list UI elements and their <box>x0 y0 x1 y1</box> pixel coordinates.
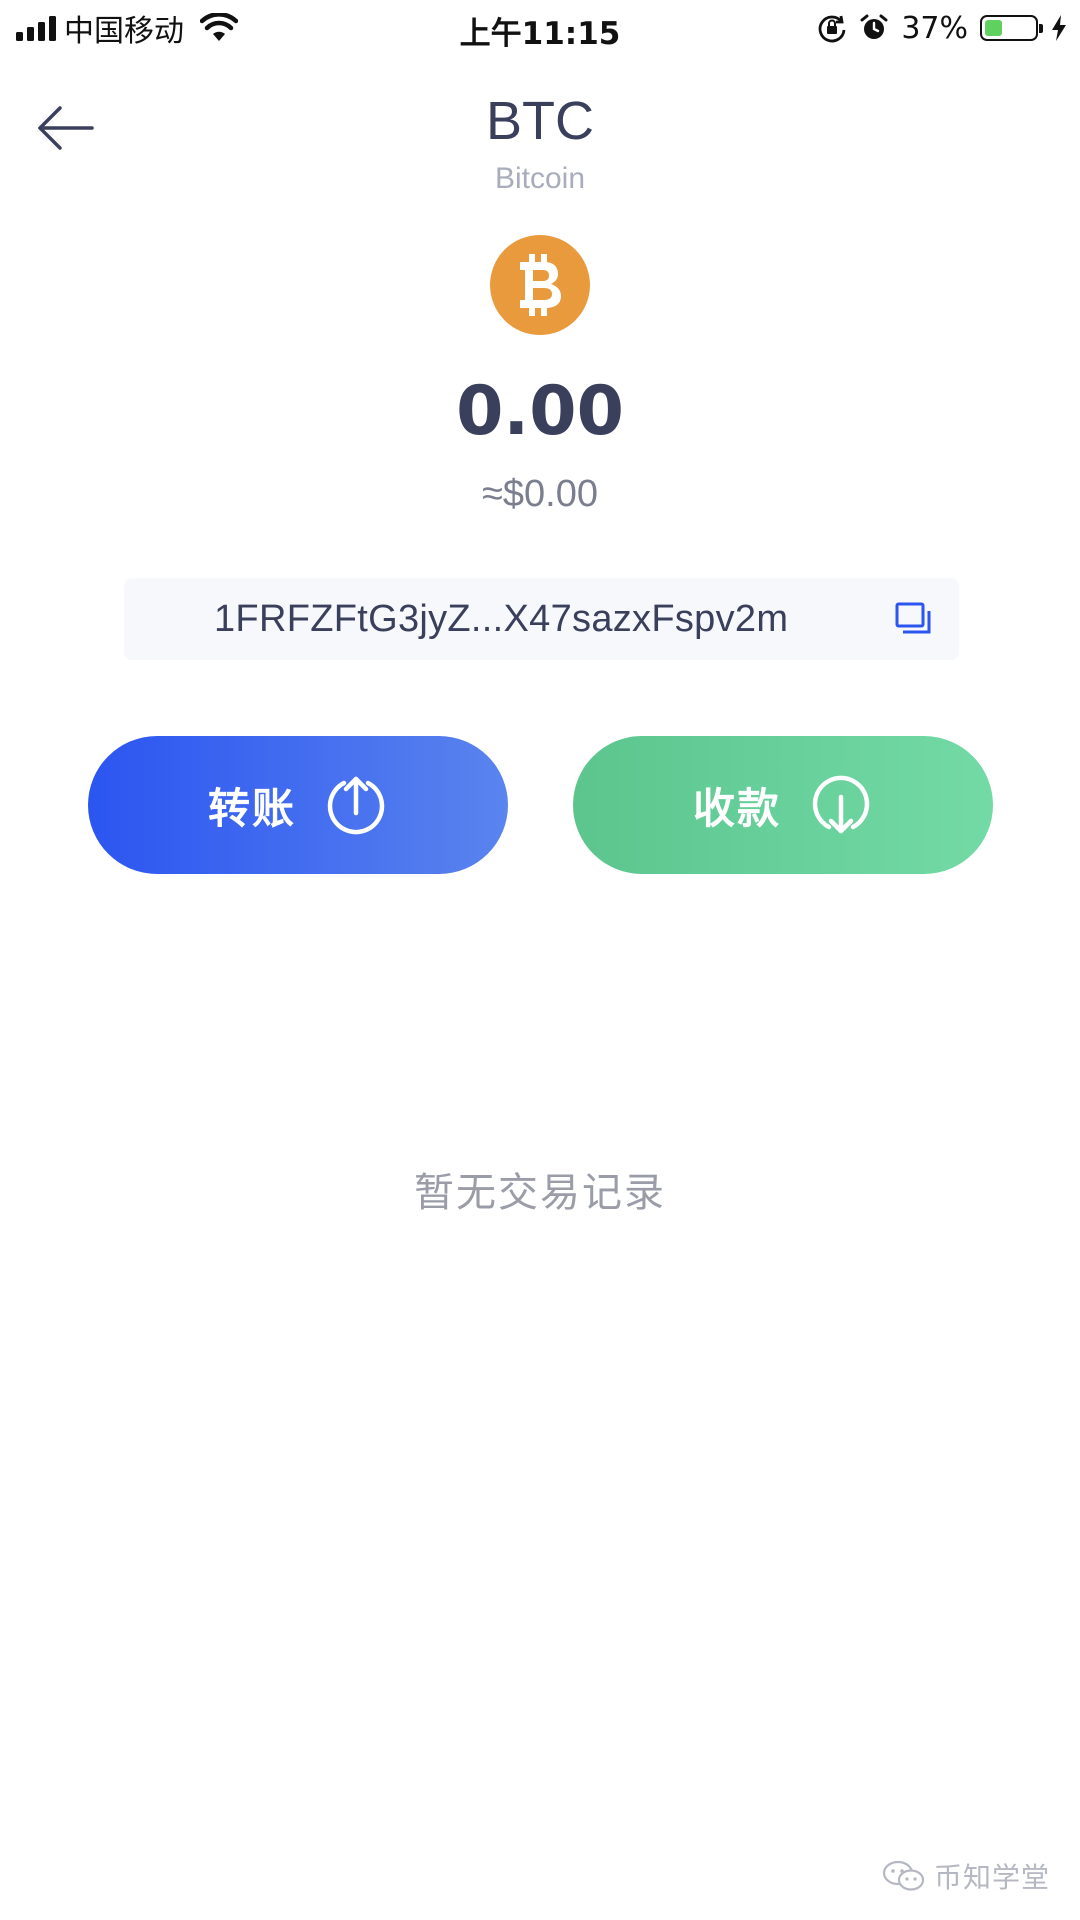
copy-icon[interactable] <box>893 599 933 639</box>
alarm-icon <box>860 14 888 39</box>
balance-amount: 0.00 <box>456 372 624 451</box>
battery-fill <box>985 20 1002 36</box>
status-bar: 中国移动 上午11:15 37% <box>0 0 1080 56</box>
bitcoin-icon <box>490 235 590 335</box>
coin-name: Bitcoin <box>494 162 586 195</box>
watermark-text: 币知学堂 <box>933 1861 1050 1894</box>
transfer-button[interactable]: 转账 <box>88 736 508 874</box>
status-right: 37% <box>817 8 1068 48</box>
wallet-address[interactable]: 1FRFZFtG3jyZ...X47sazxFspv2m <box>214 598 788 641</box>
fiat-value: ≈$0.00 <box>482 473 598 515</box>
battery-percent: 37% <box>901 10 968 46</box>
wechat-icon <box>882 1860 925 1891</box>
receive-button[interactable]: 收款 <box>573 736 993 874</box>
battery-icon <box>980 15 1043 41</box>
upload-circle-icon <box>327 776 385 835</box>
download-circle-icon <box>812 775 870 834</box>
coin-symbol: BTC <box>486 91 594 151</box>
empty-transactions-text: 暂无交易记录 <box>414 1170 666 1216</box>
rotation-lock-icon <box>818 15 846 43</box>
watermark: 币知学堂 <box>882 1856 1050 1896</box>
address-box[interactable]: 1FRFZFtG3jyZ...X47sazxFspv2m <box>124 578 959 660</box>
transfer-label: 转账 <box>207 783 296 833</box>
charging-icon <box>1052 15 1066 41</box>
receive-label: 收款 <box>692 783 781 833</box>
